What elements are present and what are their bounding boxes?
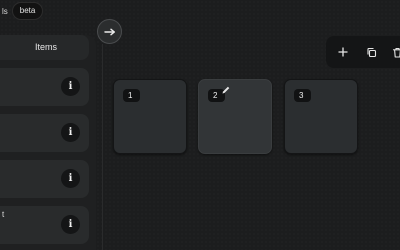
plus-icon [338, 47, 348, 57]
list-item[interactable]: t i [0, 206, 89, 244]
list-item[interactable]: i [0, 68, 89, 106]
copy-icon [366, 47, 376, 57]
canvas-toolbar [326, 36, 400, 68]
list-item[interactable]: i [0, 114, 89, 152]
info-icon[interactable]: i [61, 123, 80, 142]
collapse-toggle-button[interactable] [97, 19, 122, 44]
pencil-icon[interactable] [221, 85, 231, 95]
top-bar: ls beta [0, 0, 44, 22]
list-item-label: t [2, 210, 5, 219]
delete-button[interactable] [390, 45, 400, 59]
slide-card[interactable]: 2 [198, 79, 272, 154]
panel-header: Items [0, 35, 89, 60]
duplicate-button[interactable] [364, 45, 378, 59]
list-item[interactable]: i [0, 160, 89, 198]
trash-icon [392, 47, 400, 58]
card-number: 3 [294, 89, 311, 102]
panel-divider [102, 44, 103, 250]
card-number: 1 [123, 89, 140, 102]
info-icon[interactable]: i [61, 77, 80, 96]
panel-title: Items [35, 42, 58, 52]
info-icon[interactable]: i [61, 169, 80, 188]
add-button[interactable] [336, 45, 350, 59]
slide-card[interactable]: 3 [284, 79, 358, 154]
topbar-cut-text: ls [2, 6, 8, 16]
info-icon[interactable]: i [61, 215, 80, 234]
beta-badge: beta [11, 2, 44, 20]
arrow-right-icon [103, 28, 115, 35]
slide-card[interactable]: 1 [113, 79, 187, 154]
items-panel: Items i i i t i [0, 35, 96, 250]
